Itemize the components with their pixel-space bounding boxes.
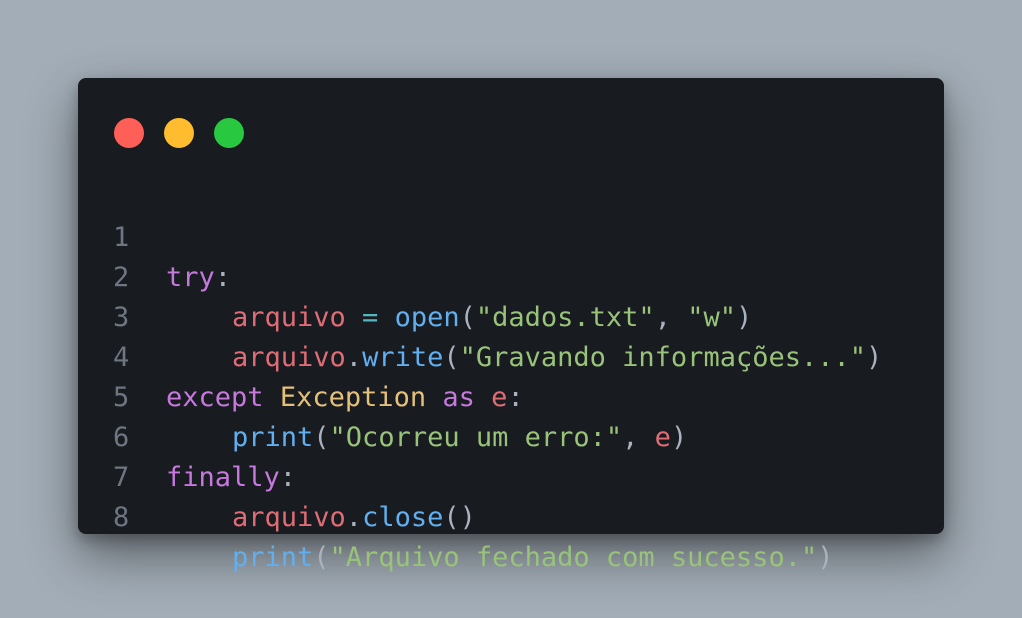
punctuation-token: ( — [313, 542, 330, 573]
maximize-icon[interactable] — [214, 118, 244, 148]
close-icon[interactable] — [114, 118, 144, 148]
string-token: "Arquivo fechado com sucesso." — [329, 542, 818, 573]
line-content: arquivo.close() — [166, 498, 476, 538]
punctuation-token: () — [443, 502, 476, 533]
code-line: 3 arquivo.write("Gravando informações...… — [78, 258, 944, 373]
variable-token: arquivo — [232, 502, 346, 533]
line-content: print("Arquivo fechado com sucesso.") — [166, 538, 833, 578]
code-line: 8 print("Arquivo fechado com sucesso.") — [78, 458, 944, 573]
code-line: 2 arquivo = open("dados.txt", "w") — [78, 218, 944, 333]
code-line: 6 finally: — [78, 378, 944, 493]
code-line: 5 print("Ocorreu um erro:", e) — [78, 338, 944, 453]
window-controls — [114, 118, 244, 148]
punctuation-token: . — [345, 502, 363, 533]
minimize-icon[interactable] — [164, 118, 194, 148]
function-token: print — [232, 542, 314, 573]
code-line: 4 except Exception as e: — [78, 298, 944, 413]
code-block: 1 try: 2 arquivo = open("dados.txt", "w"… — [78, 178, 944, 573]
code-window: 1 try: 2 arquivo = open("dados.txt", "w"… — [78, 78, 944, 573]
code-line: 7 arquivo.close() — [78, 418, 944, 533]
function-token: close — [362, 502, 444, 533]
code-line: 1 try: — [78, 178, 944, 293]
line-number: 8 — [113, 502, 130, 533]
punctuation-token: ) — [817, 542, 834, 573]
